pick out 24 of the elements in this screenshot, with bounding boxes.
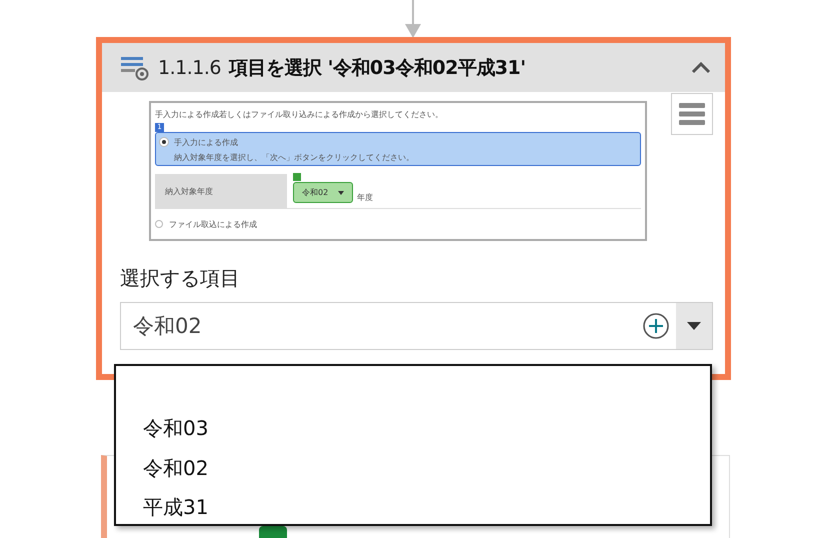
menu-button[interactable]	[671, 93, 713, 135]
dropdown-option[interactable]: 平成31	[116, 488, 710, 528]
instruction-text: 手入力による作成若しくはファイル取り込みによる作成から選択してください。	[155, 109, 444, 120]
connector-arrow	[403, 0, 423, 40]
step-number: 1.1.1.6	[158, 56, 221, 78]
radio-button[interactable]	[155, 220, 163, 228]
field-label: 納入対象年度	[155, 174, 287, 208]
option-label: ファイル取込による作成	[169, 218, 257, 230]
field-label: 選択する項目	[120, 265, 241, 292]
list-gear-icon	[120, 54, 150, 80]
dropdown-button[interactable]	[676, 303, 712, 349]
caret-icon	[338, 190, 344, 194]
option-label: 手入力による作成	[174, 136, 238, 148]
caret-icon	[686, 321, 702, 331]
add-icon[interactable]	[642, 312, 670, 340]
item-combobox[interactable]: 令和02	[120, 302, 713, 350]
option-note: 納入対象年度を選択し、「次へ」ボタンをクリックしてください。	[174, 152, 415, 163]
dropdown-option[interactable]: 令和03	[116, 409, 710, 448]
menu-icon	[679, 103, 705, 125]
dropdown-option[interactable]: 令和02	[116, 448, 710, 488]
year-dropdown[interactable]: 令和02	[293, 182, 354, 203]
field-suffix: 年度	[357, 192, 374, 203]
chevron-icon	[691, 62, 711, 74]
step-title: 項目を選択 '令和03令和02平成31'	[228, 56, 527, 80]
